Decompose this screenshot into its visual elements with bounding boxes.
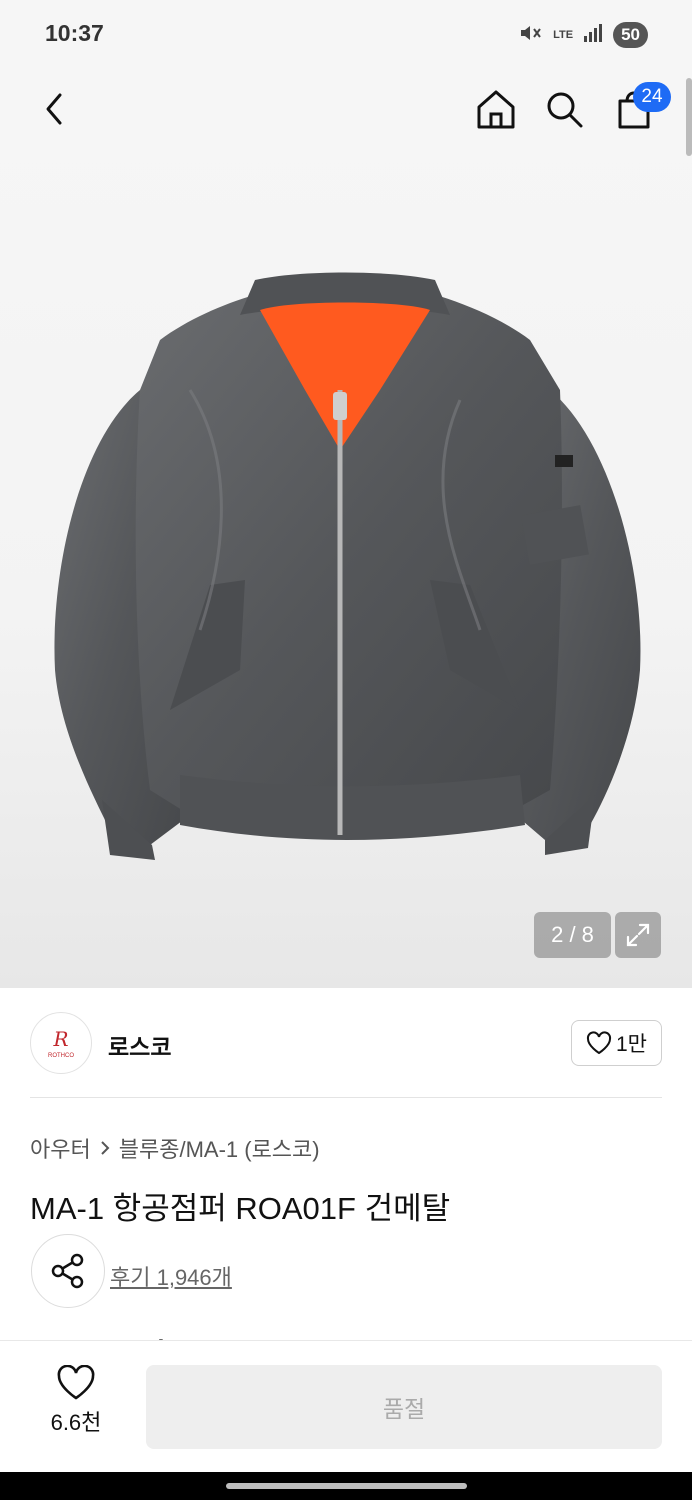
brand-like-button[interactable]: 1만 [571,1020,662,1066]
breadcrumb-subcategory[interactable]: 블루종/MA-1 (로스코) [119,1132,320,1164]
search-button[interactable] [539,84,589,134]
home-icon [477,90,515,129]
cart-count-badge: 24 [633,82,671,112]
product-image-gallery[interactable]: 24 2 / 8 [0,70,692,988]
divider [30,1097,662,1098]
share-button[interactable] [31,1234,105,1308]
wishlist-button[interactable]: 6.6천 [30,1365,122,1455]
home-indicator[interactable] [226,1483,467,1489]
status-time: 10:37 [45,20,104,46]
svg-text:R: R [52,1027,68,1051]
back-button[interactable] [30,84,80,134]
expand-image-button[interactable] [615,912,661,958]
expand-icon [626,923,650,947]
reviews-link[interactable]: 후기 1,946개 [110,1260,232,1292]
brand-like-count: 1만 [616,1033,647,1056]
product-image [54,272,641,860]
battery-indicator: 50 [613,22,648,48]
cart-button[interactable]: 24 [609,82,671,134]
signal-icon [583,23,603,48]
brand-logo[interactable]: R ROTHCO [30,1012,92,1074]
mute-icon [519,22,543,49]
product-title: MA-1 항공점퍼 ROA01F 건메탈 [30,1191,451,1226]
breadcrumb-category[interactable]: 아우터 [30,1132,91,1164]
lte-indicator: LTE [553,29,574,41]
chevron-left-icon [46,93,62,125]
heart-icon [586,1031,612,1055]
image-pager: 2 / 8 [534,912,611,958]
sold-out-button[interactable]: 품절 [146,1365,662,1449]
top-nav: 24 [0,70,692,150]
product-price: 104,100원 [30,1330,166,1340]
search-icon [547,92,583,128]
bottom-action-bar: 6.6천 품절 [0,1340,692,1472]
chevron-right-icon [101,1141,110,1155]
brand-row: R ROTHCO 로스코 1만 [30,1012,662,1076]
home-button[interactable] [471,84,521,134]
status-bar: 10:37 LTE 50 [0,0,692,70]
breadcrumb: 아우터 블루종/MA-1 (로스코) [30,1132,320,1164]
svg-text:ROTHCO: ROTHCO [48,1053,74,1059]
brand-name[interactable]: 로스코 [108,1028,171,1062]
wishlist-count: 6.6천 [50,1410,102,1435]
status-icons: LTE 50 [519,20,648,50]
heart-icon [57,1365,95,1400]
share-icon [51,1253,84,1289]
system-nav-bar [0,1472,692,1500]
scroll-indicator [686,78,692,156]
